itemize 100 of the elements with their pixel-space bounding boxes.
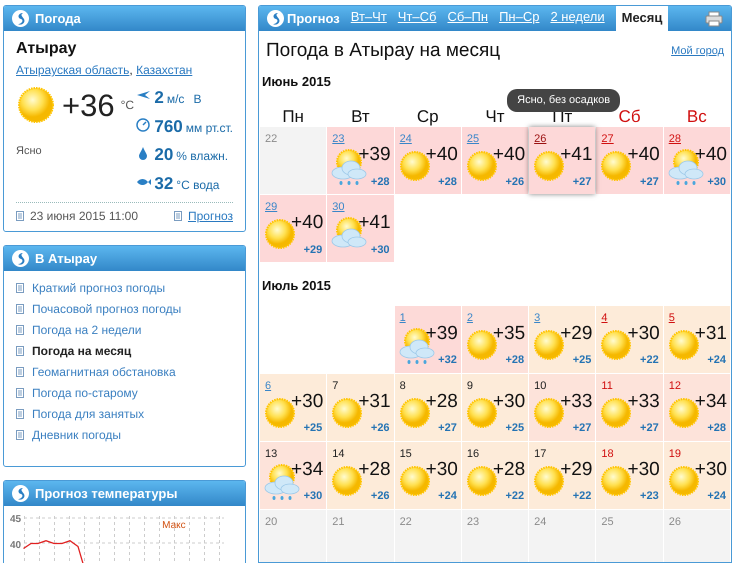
date-link[interactable]: 2 xyxy=(466,310,473,326)
day-cell[interactable]: 5 +31 +24 xyxy=(664,306,730,372)
menu-link[interactable]: Краткий прогноз погоды xyxy=(32,278,166,296)
min-temperature: +26 xyxy=(370,489,390,504)
day-cell[interactable]: 2 +35 +28 xyxy=(462,306,528,372)
day-cell[interactable]: 6 +30 +25 xyxy=(260,374,326,440)
day-cell[interactable]: 8 +28 +27 xyxy=(394,374,461,440)
date-link[interactable]: 26 xyxy=(534,131,546,148)
min-temperature: +24 xyxy=(707,353,726,368)
date-link[interactable]: 25 xyxy=(466,131,480,148)
date-link[interactable]: 4 xyxy=(601,310,608,326)
max-temperature: +41 xyxy=(358,213,391,232)
min-temperature: +27 xyxy=(438,421,457,436)
date-label: 14 xyxy=(332,446,345,462)
tab[interactable]: Вт–Чт xyxy=(350,6,387,31)
date-label: 23 xyxy=(466,514,480,530)
date-link[interactable]: 23 xyxy=(332,131,345,148)
min-temperature: +25 xyxy=(304,421,322,436)
day-cell[interactable]: 30 +41 +30 xyxy=(327,195,394,262)
day-cell[interactable]: 29 +40 +29 xyxy=(260,195,326,262)
day-cell[interactable]: 15 +30 +24 xyxy=(394,442,461,508)
menu-link[interactable]: Погода для занятых xyxy=(32,404,144,422)
max-temperature: +30 xyxy=(694,460,727,478)
min-temperature: +30 xyxy=(304,489,322,504)
date-link[interactable]: 28 xyxy=(668,131,681,148)
day-cell[interactable]: 19 +30 +24 xyxy=(664,442,730,508)
day-cell[interactable]: 17 +29 +22 xyxy=(529,442,596,508)
day-cell[interactable]: 14 +28 +26 xyxy=(327,442,394,508)
date-link[interactable]: 6 xyxy=(265,378,272,394)
day-cell[interactable]: 7 +31 +26 xyxy=(327,374,394,440)
day-cell[interactable]: 1 +39 +32 xyxy=(394,306,461,372)
max-temperature: +30 xyxy=(627,460,660,478)
day-cell[interactable]: 9 +30 +25 xyxy=(462,374,528,440)
max-temperature: +28 xyxy=(426,392,458,410)
menu-link[interactable]: Погода на 2 недели xyxy=(32,320,142,338)
date-label: 18 xyxy=(601,446,614,462)
menu-link[interactable]: Погода на месяц xyxy=(32,342,132,360)
date-link[interactable]: 3 xyxy=(534,310,540,326)
day-cell[interactable]: 18 +30 +23 xyxy=(596,442,663,508)
date-label: 22 xyxy=(265,132,278,147)
menu-link[interactable]: Дневник погоды xyxy=(32,426,122,444)
date-link[interactable]: 27 xyxy=(601,131,614,148)
date-label: 16 xyxy=(466,446,480,462)
max-temperature: +40 xyxy=(694,145,727,164)
tab[interactable]: Сб–Пн xyxy=(447,6,488,31)
date-link[interactable]: 1 xyxy=(400,310,406,326)
max-temperature: +33 xyxy=(560,392,592,410)
temperature-unit: °C xyxy=(120,97,134,114)
forecast-link[interactable]: Прогноз xyxy=(188,207,233,225)
day-cell[interactable]: 24 +40 +28 xyxy=(394,127,461,194)
menu-link[interactable]: Почасовой прогноз погоды xyxy=(32,300,182,318)
min-temperature: +27 xyxy=(640,174,659,190)
date-link[interactable]: 29 xyxy=(265,199,278,216)
day-cell[interactable]: 23 +39 +28 xyxy=(327,127,394,194)
print-icon[interactable] xyxy=(705,10,723,26)
min-temperature: +30 xyxy=(707,174,726,190)
max-temperature: +30 xyxy=(492,392,526,410)
document-icon xyxy=(16,304,24,314)
day-cell[interactable]: 13 +34 +30 xyxy=(260,442,326,508)
stat-value: 32 xyxy=(154,172,174,194)
date-link[interactable]: 24 xyxy=(400,131,412,148)
max-temperature: +39 xyxy=(426,324,458,342)
region-link[interactable]: Казахстан xyxy=(136,63,192,77)
day-cell[interactable]: 28 +40 +30 xyxy=(664,127,730,194)
day-cell[interactable]: 3 +29 +25 xyxy=(529,306,596,372)
document-icon xyxy=(16,408,24,418)
date-link[interactable]: 30 xyxy=(332,199,345,216)
day-cell[interactable]: 27 +40 +27 xyxy=(596,127,663,194)
date-link[interactable]: 5 xyxy=(668,310,675,326)
day-cell[interactable]: 12 +34 +28 xyxy=(664,374,730,440)
document-icon xyxy=(16,282,24,292)
region-link[interactable]: Атырауская область xyxy=(16,63,130,77)
max-temperature: +41 xyxy=(560,145,592,164)
min-temperature: +22 xyxy=(640,353,659,368)
tab[interactable]: Пн–Ср xyxy=(499,6,540,31)
date-label: 9 xyxy=(466,378,473,394)
tab[interactable]: Месяц xyxy=(616,6,668,31)
day-cell[interactable]: 25 +40 +26 xyxy=(462,127,528,194)
logo-icon xyxy=(12,250,29,267)
min-temperature: +22 xyxy=(505,489,524,504)
date-label: 15 xyxy=(400,446,412,462)
max-temperature: +31 xyxy=(694,324,727,342)
max-temperature: +35 xyxy=(492,324,526,342)
menu-link[interactable]: Геомагнитная обстановка xyxy=(32,362,176,380)
stat-value: 20 xyxy=(154,144,174,166)
tab[interactable]: 2 недели xyxy=(550,6,605,31)
min-temperature: +25 xyxy=(505,421,524,436)
stat-value: 760 xyxy=(154,116,183,138)
my-city-link[interactable]: Мой город xyxy=(671,43,724,60)
min-temperature: +29 xyxy=(304,242,322,258)
day-cell[interactable]: 10 +33 +27 xyxy=(529,374,596,440)
day-cell[interactable]: 4 +30 +22 xyxy=(596,306,663,372)
tab[interactable]: Чт–Сб xyxy=(398,6,436,31)
day-cell[interactable]: 16 +28 +22 xyxy=(462,442,528,508)
date-label: 10 xyxy=(534,378,546,394)
menu-link[interactable]: Погода по-старому xyxy=(32,384,138,402)
day-cell[interactable]: 11 +33 +27 xyxy=(596,374,663,440)
condition-text: Ясно xyxy=(16,144,43,159)
max-temperature: +34 xyxy=(291,460,324,478)
date-label: 25 xyxy=(601,514,614,530)
